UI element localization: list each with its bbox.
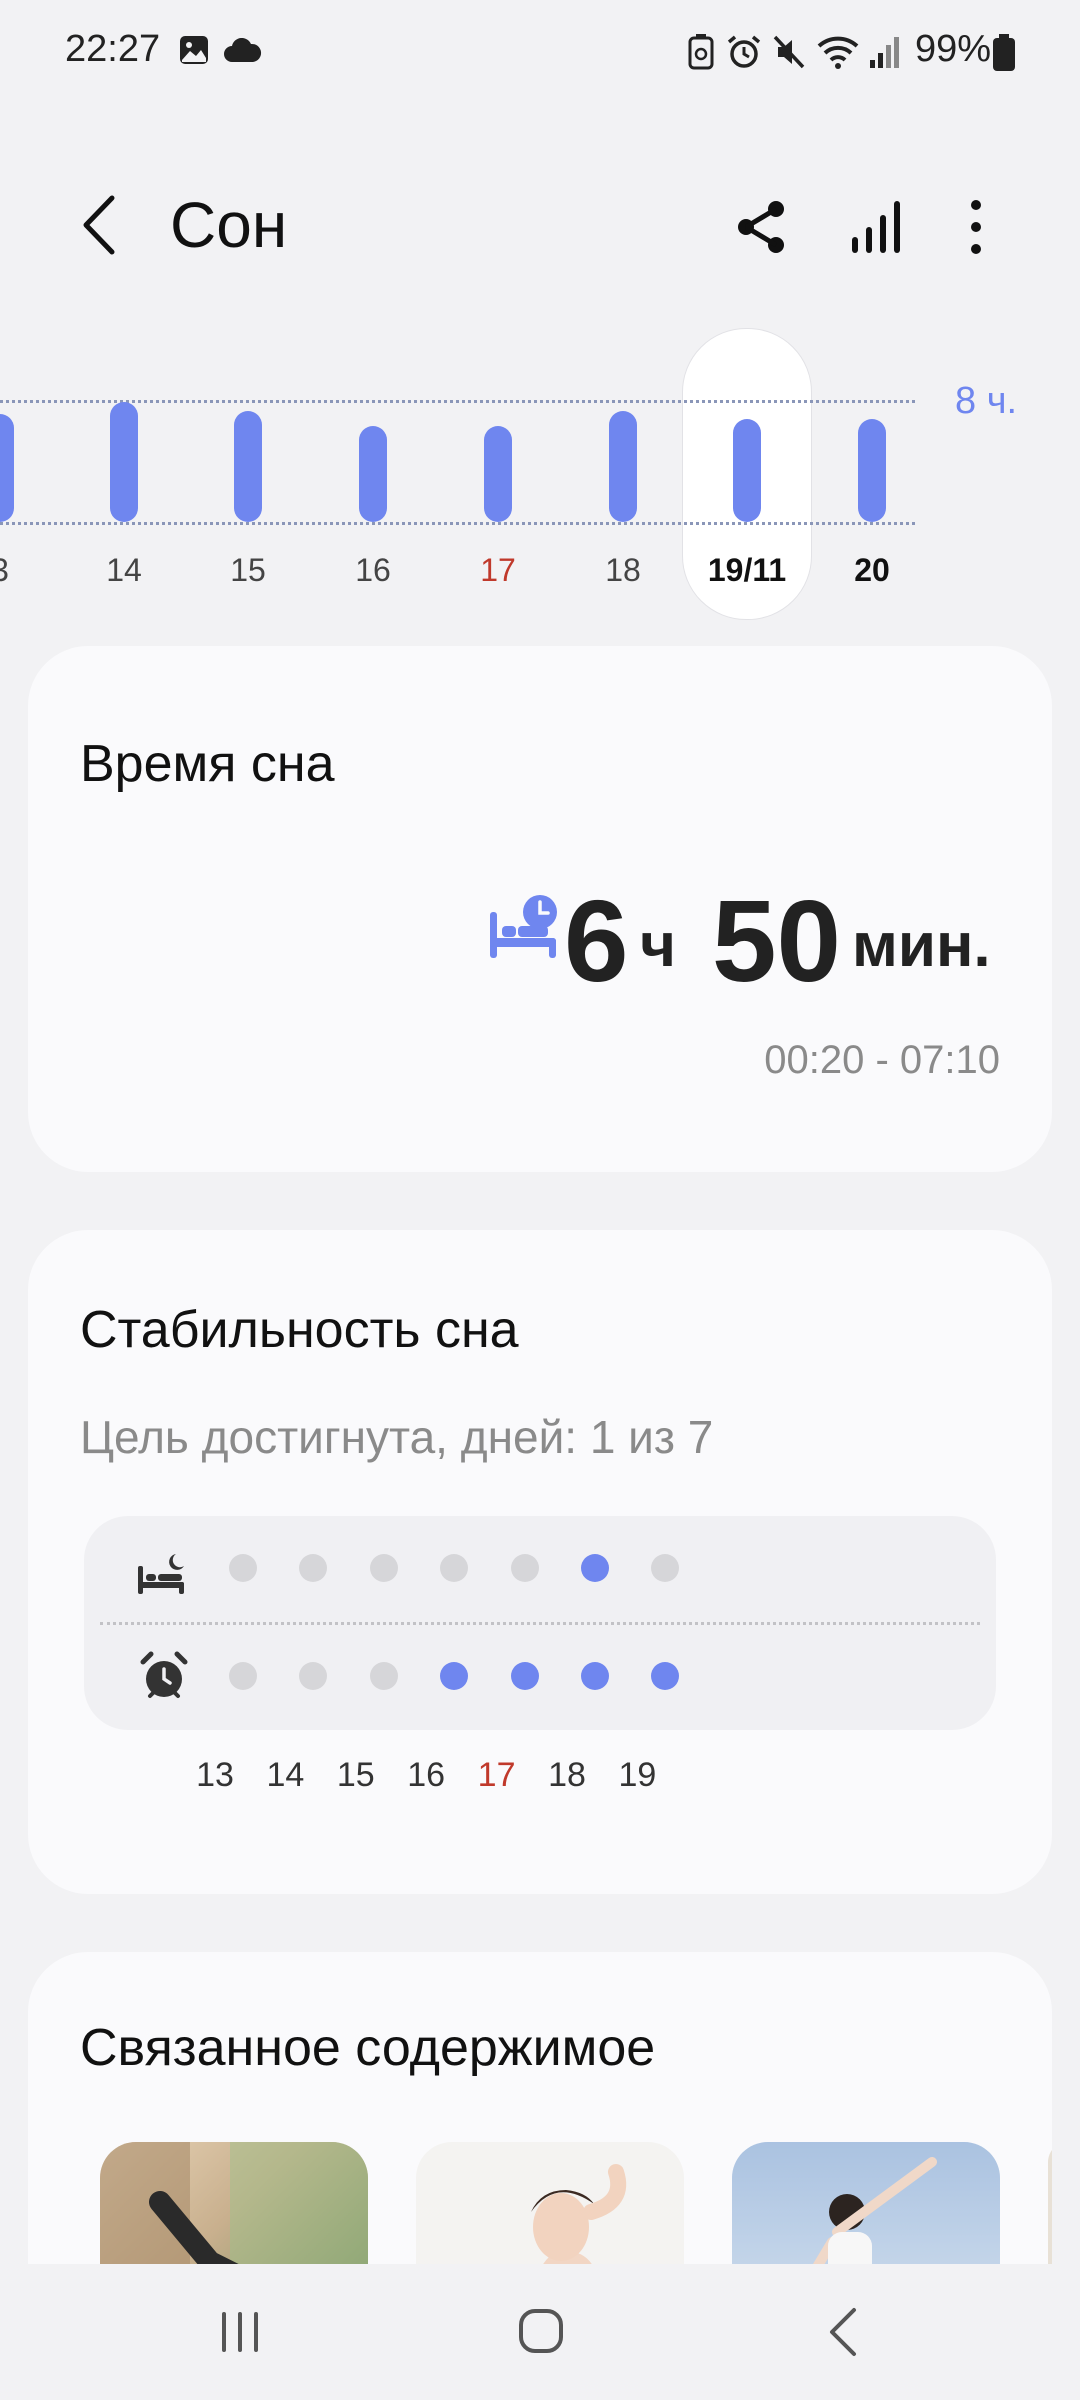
status-time: 22:27 xyxy=(65,28,161,70)
system-navigation-bar xyxy=(0,2264,1080,2400)
bedtime-dot-18 xyxy=(581,1554,609,1582)
grid-divider xyxy=(100,1622,980,1625)
stability-day-label: 15 xyxy=(336,1756,375,1794)
related-thumbnail-4[interactable] xyxy=(1048,2142,1052,2264)
sleep-stability-card[interactable]: Стабильность сна Цель достигнута, дней: … xyxy=(28,1230,1052,1894)
sleep-time-title: Время сна xyxy=(80,735,335,793)
wifi-icon xyxy=(817,36,859,69)
stability-day-label: 14 xyxy=(266,1756,305,1794)
bedtime-dot-19 xyxy=(651,1554,680,1582)
mute-icon xyxy=(773,35,805,69)
goal-line xyxy=(0,400,915,403)
bed-clock-icon xyxy=(490,895,557,958)
page-title: Сон xyxy=(170,189,288,261)
recent-apps-icon[interactable] xyxy=(216,2308,264,2356)
related-content-card[interactable]: Связанное содержимое xyxy=(28,1952,1052,2264)
wakeup-dot-16 xyxy=(440,1662,469,1690)
yoga-pose-photo xyxy=(732,2142,1000,2264)
related-thumbnail-3[interactable] xyxy=(732,2142,1000,2264)
day-label[interactable]: 17 xyxy=(480,552,516,589)
stability-title: Стабильность сна xyxy=(80,1301,519,1359)
baseline xyxy=(0,522,915,525)
sleep-bar-3[interactable] xyxy=(0,414,14,522)
weekly-sleep-strip[interactable]: 8 ч. 3 14 15 16 17 18 19/11 20 xyxy=(0,320,1080,620)
battery-icon xyxy=(993,34,1015,71)
stability-day-label: 17 xyxy=(477,1756,516,1794)
sleep-time-card[interactable]: Время сна 6 ч 50 мин. 00:20 - 07:10 xyxy=(28,646,1052,1172)
related-thumbnail-1[interactable] xyxy=(100,2142,368,2264)
battery-percent: 99% xyxy=(915,28,992,70)
back-button[interactable] xyxy=(70,190,130,260)
home-icon[interactable] xyxy=(516,2306,566,2356)
back-nav-icon[interactable] xyxy=(824,2306,864,2358)
sleep-hours-value: 6 xyxy=(564,876,629,1006)
share-button[interactable] xyxy=(730,195,794,259)
sleep-minutes-unit: мин. xyxy=(852,911,991,980)
bedtime-icon xyxy=(138,1554,184,1594)
sleep-bar-16[interactable] xyxy=(359,426,387,522)
sleep-bar-14[interactable] xyxy=(110,402,138,522)
sleep-time-range: 00:20 - 07:10 xyxy=(764,1038,1000,1082)
stability-day-label: 16 xyxy=(407,1756,446,1794)
signal-icon xyxy=(870,37,899,68)
related-content-title: Связанное содержимое xyxy=(80,2019,656,2077)
more-options-button[interactable] xyxy=(944,195,1008,259)
cloud-icon xyxy=(224,38,261,62)
status-bar: 22:27 99% xyxy=(0,0,1080,100)
sleep-bar-15[interactable] xyxy=(234,411,262,522)
day-label[interactable]: 16 xyxy=(355,552,391,589)
wakeup-alarm-icon xyxy=(140,1651,188,1698)
wakeup-dot-17 xyxy=(510,1662,539,1690)
neck-stretch-photo xyxy=(531,2164,627,2264)
wakeup-dot-18 xyxy=(581,1662,609,1690)
day-label[interactable]: 20 xyxy=(854,552,890,589)
related-thumbnail-2[interactable] xyxy=(416,2142,684,2264)
sleep-bar-17[interactable] xyxy=(484,426,512,522)
wakeup-dot-13 xyxy=(229,1662,257,1690)
sleep-bar-19-11[interactable] xyxy=(733,419,761,522)
bedtime-dot-15 xyxy=(369,1554,398,1582)
statistics-button[interactable] xyxy=(846,195,910,259)
bedtime-dot-16 xyxy=(440,1554,469,1582)
day-label[interactable]: 19/11 xyxy=(708,552,786,589)
wakeup-dot-19 xyxy=(651,1662,680,1690)
day-label[interactable]: 15 xyxy=(230,552,266,589)
day-label[interactable]: 14 xyxy=(106,552,142,589)
day-label[interactable]: 18 xyxy=(605,552,641,589)
bedtime-dot-14 xyxy=(299,1554,328,1582)
stretching-photo xyxy=(100,2142,368,2264)
stability-day-label: 19 xyxy=(618,1756,657,1794)
stability-grid xyxy=(84,1516,996,1730)
sleep-hours-unit: ч xyxy=(640,911,676,980)
stability-subtitle: Цель достигнута, дней: 1 из 7 xyxy=(80,1411,714,1463)
battery-saver-icon xyxy=(688,34,714,70)
sleep-bar-20[interactable] xyxy=(858,419,886,522)
sleep-minutes-value: 50 xyxy=(712,876,842,1006)
wakeup-dot-15 xyxy=(369,1662,398,1690)
sleep-bar-18[interactable] xyxy=(609,411,637,522)
gallery-icon xyxy=(180,36,208,64)
goal-label: 8 ч. xyxy=(955,380,1018,422)
alarm-icon xyxy=(727,35,761,68)
stability-day-label: 13 xyxy=(196,1756,234,1794)
wakeup-dot-14 xyxy=(299,1662,328,1690)
bedtime-dot-17 xyxy=(510,1554,539,1582)
stability-day-label: 18 xyxy=(548,1756,586,1794)
day-label[interactable]: 3 xyxy=(0,552,9,589)
bedtime-dot-13 xyxy=(229,1554,257,1582)
